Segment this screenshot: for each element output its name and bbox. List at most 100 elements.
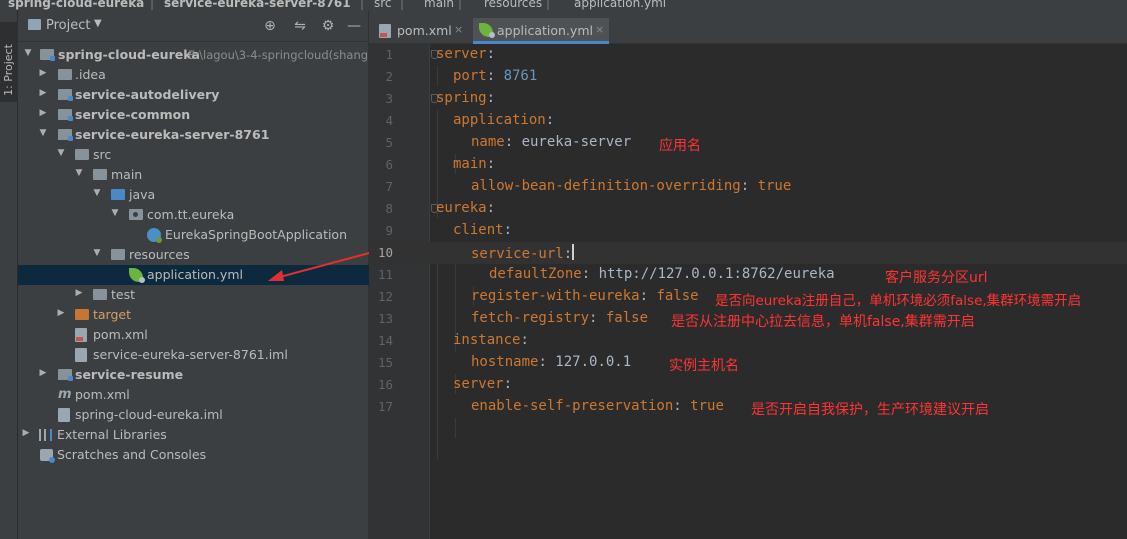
tree-item-label: resources — [129, 247, 190, 262]
tool-window-strip: 1: Project — [0, 10, 18, 539]
breadcrumb-item-src[interactable]: src — [374, 0, 392, 10]
close-icon[interactable]: × — [454, 23, 463, 36]
breadcrumb-item-project[interactable]: spring-cloud-eureka — [8, 0, 144, 10]
chevron-right-icon[interactable]: ▶ — [20, 428, 32, 438]
chevron-down-icon[interactable]: ▼ — [22, 48, 34, 58]
tree-item-scratches[interactable]: Scratches and Consoles — [18, 445, 369, 465]
code-line[interactable]: 17 enable-self-preservation: true 是否开启自我… — [369, 396, 1127, 418]
code-line[interactable]: 1 server: — [369, 44, 1127, 66]
project-tool-tab[interactable]: 1: Project — [0, 22, 18, 102]
chevron-right-icon[interactable]: ▶ — [37, 68, 49, 78]
code-line[interactable]: 6 main: — [369, 154, 1127, 176]
code-line[interactable]: 9 client: — [369, 220, 1127, 242]
chevron-right-icon[interactable]: ▶ — [37, 88, 49, 98]
chevron-down-icon[interactable]: ▼ — [91, 188, 103, 198]
breadcrumb-separator: | — [546, 0, 551, 10]
tree-item-label: target — [93, 307, 132, 322]
code-line[interactable]: 4 application: — [369, 110, 1127, 132]
breadcrumb-item-file[interactable]: application.yml — [574, 0, 666, 10]
tab-label: pom.xml — [397, 23, 452, 38]
tree-item-label: .idea — [75, 67, 106, 82]
code-line[interactable]: 13 fetch-registry: false 是否从注册中心拉去信息，单机f… — [369, 308, 1127, 330]
tree-item-src[interactable]: ▼ src — [18, 145, 369, 165]
tree-item-package[interactable]: ▼ com.tt.eureka — [18, 205, 369, 225]
code-line[interactable]: 11 defaultZone: http://127.0.0.1:8762/eu… — [369, 264, 1127, 286]
code-text: register-with-eureka: false — [471, 288, 699, 304]
tree-item-service-autodelivery[interactable]: ▶ service-autodelivery — [18, 85, 369, 105]
tree-item-idea[interactable]: ▶ .idea — [18, 65, 369, 85]
code-line[interactable]: 3 spring: — [369, 88, 1127, 110]
code-line[interactable]: 12 register-with-eureka: false 是否向eureka… — [369, 286, 1127, 309]
tree-item-pom-root[interactable]: m pom.xml — [18, 385, 369, 405]
tree-item-pom-module[interactable]: pom.xml — [18, 325, 369, 345]
code-text: spring: — [436, 90, 496, 106]
tree-item-label: service-eureka-server-8761.iml — [93, 347, 288, 362]
collapse-all-icon[interactable]: ⇋ — [290, 16, 310, 36]
tree-item-label: service-resume — [75, 367, 184, 382]
chevron-down-icon[interactable]: ▼ — [94, 18, 102, 29]
code-line-current[interactable]: 10 service-url: — [369, 242, 1127, 264]
chevron-right-icon[interactable]: ▶ — [37, 108, 49, 118]
code-text: port: 8761 — [453, 68, 538, 84]
line-number: 8 — [385, 201, 393, 216]
breadcrumb-item-resources[interactable]: resources — [484, 0, 542, 10]
breadcrumb: spring-cloud-eureka | service-eureka-ser… — [0, 0, 1127, 10]
project-tool-tab-label: 1: Project — [2, 44, 15, 96]
tree-item-label: test — [111, 287, 136, 302]
code-line[interactable]: 7 allow-bean-definition-overriding: true — [369, 176, 1127, 198]
chevron-right-icon[interactable]: ▶ — [73, 288, 85, 298]
project-view-selector[interactable]: Project — [46, 18, 90, 33]
tree-item-spring-cloud-eureka[interactable]: ▼ spring-cloud-eureka E:\lagou\3-4-sprin… — [18, 45, 369, 65]
tab-pom-xml[interactable]: pom.xml × — [375, 18, 467, 44]
code-line[interactable]: 8 eureka: — [369, 198, 1127, 220]
breadcrumb-item-main[interactable]: main — [424, 0, 454, 10]
code-line[interactable]: 14 instance: — [369, 330, 1127, 352]
tree-item-service-eureka-server-8761[interactable]: ▼ service-eureka-server-8761 — [18, 125, 369, 145]
annotation-note: 客户服务分区url — [885, 270, 988, 286]
line-number: 13 — [377, 311, 393, 326]
chevron-down-icon[interactable]: ▼ — [37, 128, 49, 138]
tree-item-label: EurekaSpringBootApplication — [165, 227, 348, 242]
breadcrumb-item-module[interactable]: service-eureka-server-8761 — [164, 0, 351, 10]
gear-icon[interactable]: ⚙ — [318, 16, 338, 36]
line-number: 3 — [385, 91, 393, 106]
annotation-note: 是否开启自我保护，生产环境建议开启 — [751, 402, 989, 418]
locate-icon[interactable]: ⊕ — [260, 16, 280, 36]
tree-item-service-resume[interactable]: ▶ service-resume — [18, 365, 369, 385]
maven-pom-icon — [379, 24, 391, 38]
tree-item-label: src — [93, 147, 112, 162]
folder-icon — [93, 289, 107, 300]
chevron-down-icon[interactable]: ▼ — [109, 208, 121, 218]
code-text: name: eureka-server — [471, 134, 632, 150]
breadcrumb-separator: | — [400, 0, 405, 10]
chevron-down-icon[interactable]: ▼ — [91, 248, 103, 258]
chevron-right-icon[interactable]: ▶ — [37, 368, 49, 378]
tree-item-target[interactable]: ▶ target — [18, 305, 369, 325]
project-panel: Project ▼ ⊕ ⇋ ⚙ — ▼ spring-cloud-eureka … — [18, 10, 374, 539]
annotation-note: 实例主机名 — [669, 358, 739, 374]
tree-item-module-iml[interactable]: service-eureka-server-8761.iml — [18, 345, 369, 365]
code-area[interactable]: 1 server: 2 port: 8761 3 spring: 4 appli… — [369, 44, 1127, 539]
tab-application-yml[interactable]: application.yml × — [473, 18, 609, 44]
code-line[interactable]: 15 hostname: 127.0.0.1 实例主机名 — [369, 352, 1127, 374]
tree-item-main[interactable]: ▼ main — [18, 165, 369, 185]
tree-item-label: main — [111, 167, 143, 182]
chevron-right-icon[interactable]: ▶ — [55, 308, 67, 318]
breadcrumb-separator: | — [360, 0, 365, 10]
chevron-down-icon[interactable]: ▼ — [55, 148, 67, 158]
code-line[interactable]: 16 server: — [369, 374, 1127, 396]
chevron-down-icon[interactable]: ▼ — [73, 168, 85, 178]
tree-item-project-iml[interactable]: spring-cloud-eureka.iml — [18, 405, 369, 425]
code-text: hostname: 127.0.0.1 — [471, 354, 632, 370]
hide-icon[interactable]: — — [344, 16, 364, 36]
tree-item-external-libraries[interactable]: ▶ External Libraries — [18, 425, 369, 445]
code-text: enable-self-preservation: true — [471, 398, 724, 414]
tree-item-java[interactable]: ▼ java — [18, 185, 369, 205]
spring-config-icon — [129, 268, 145, 283]
tree-item-service-common[interactable]: ▶ service-common — [18, 105, 369, 125]
code-line[interactable]: 2 port: 8761 — [369, 66, 1127, 88]
tree-item-main-class[interactable]: EurekaSpringBootApplication — [18, 225, 369, 245]
code-line[interactable]: 5 name: eureka-server 应用名 — [369, 132, 1127, 154]
close-icon[interactable]: × — [595, 23, 604, 36]
code-text: client: — [453, 222, 513, 238]
